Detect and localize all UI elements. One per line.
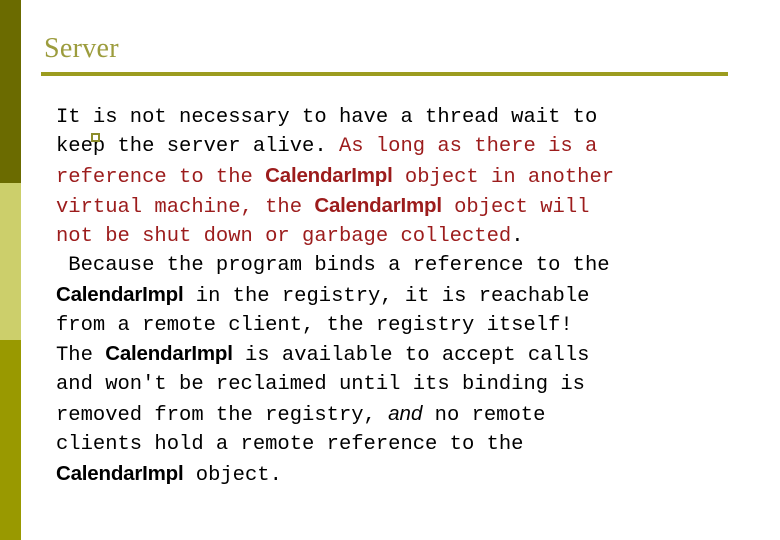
text-run: As long as there is a (338, 134, 598, 158)
text-run: CalendarImpl (56, 461, 184, 485)
body-line: from a remote client, the registry itsel… (56, 312, 768, 341)
text-run: no remote (422, 403, 546, 427)
body-line: Because the program binds a reference to… (56, 252, 768, 281)
body-line: not be shut down or garbage collected. (56, 223, 768, 252)
text-run: . (511, 225, 524, 249)
text-run: object. (183, 463, 282, 487)
body-line: reference to the CalendarImpl object in … (56, 162, 768, 193)
text-run: not be shut down or garbage collected (56, 225, 512, 249)
text-run: CalendarImpl (314, 194, 442, 218)
slide-body-text: It is not necessary to have a thread wai… (56, 104, 768, 490)
body-line: clients hold a remote reference to the (56, 431, 768, 460)
text-run: It is not necessary to have a thread wai… (56, 106, 598, 129)
text-run: object will (441, 196, 590, 220)
text-run: clients hold a remote reference to the (56, 432, 524, 456)
slide-title: Server (44, 33, 119, 64)
body-line: CalendarImpl in the registry, it is reac… (56, 281, 768, 312)
text-run: object in another (392, 165, 615, 189)
body-line: CalendarImpl object. (56, 460, 768, 491)
body-line: virtual machine, the CalendarImpl object… (56, 192, 768, 223)
body-line: The CalendarImpl is available to accept … (56, 340, 768, 371)
text-run: and won't be reclaimed until its binding… (56, 373, 585, 397)
square-bullet-icon (91, 133, 100, 142)
text-run: CalendarImpl (265, 163, 393, 187)
text-run: The (56, 344, 106, 368)
sidebar-band-bottom (0, 340, 21, 540)
text-run: removed from the registry, (56, 403, 389, 427)
text-run: CalendarImpl (105, 342, 233, 366)
sidebar-band-top (0, 0, 21, 183)
sidebar-band-middle (0, 183, 21, 340)
text-run: and (388, 401, 423, 425)
text-run: reference to the (56, 165, 266, 189)
body-line: keep the server alive. As long as there … (56, 133, 768, 162)
body-line: removed from the registry, and no remote (56, 400, 768, 431)
text-run: from a remote client, the registry itsel… (56, 313, 573, 337)
title-underline-rule (41, 72, 728, 76)
text-run: virtual machine, the (56, 196, 315, 220)
sidebar-decoration (0, 0, 21, 540)
text-run: CalendarImpl (56, 282, 184, 306)
text-run: in the registry, it is reachable (183, 284, 590, 308)
text-run: is available to accept calls (232, 344, 590, 368)
body-line: and won't be reclaimed until its binding… (56, 371, 768, 400)
text-run: Because the program binds a reference to… (56, 253, 610, 277)
slide-canvas: Server It is not necessary to have a thr… (0, 0, 780, 540)
body-line: It is not necessary to have a thread wai… (56, 104, 768, 133)
